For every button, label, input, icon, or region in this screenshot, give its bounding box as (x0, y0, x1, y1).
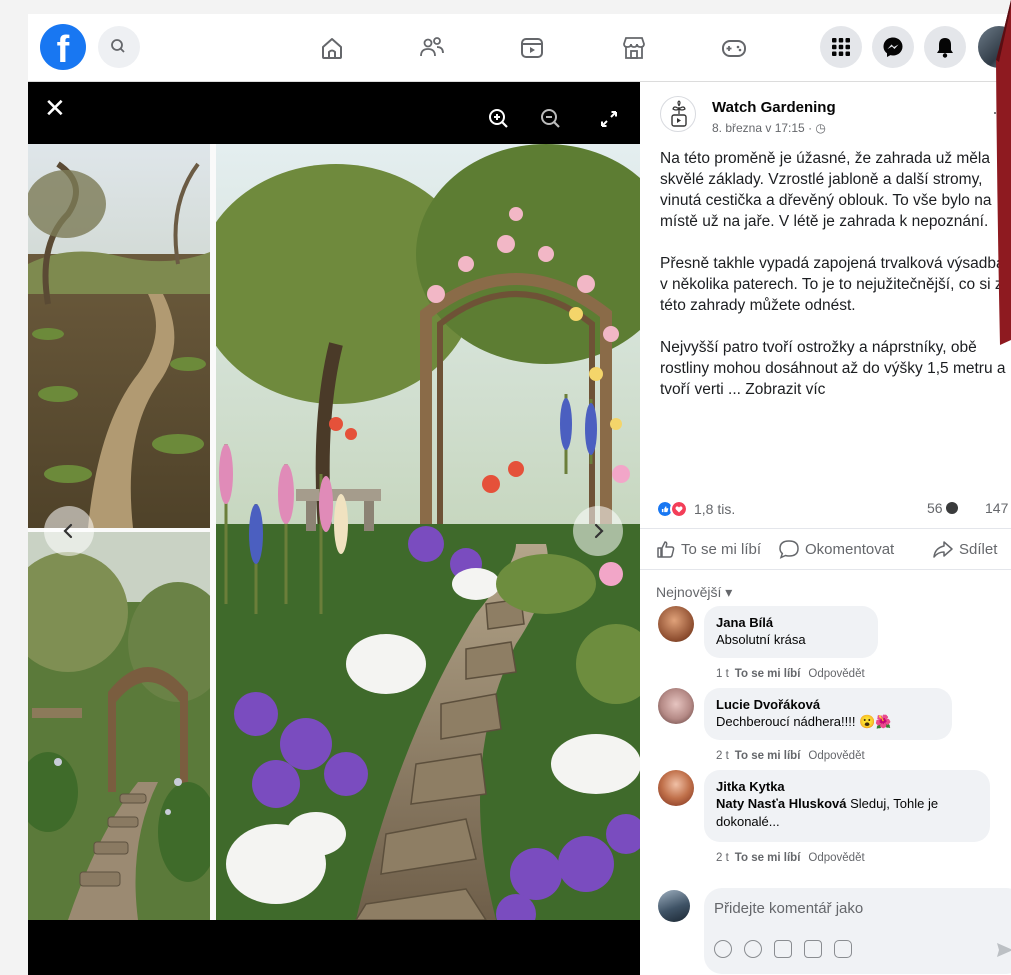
page-avatar[interactable] (660, 96, 696, 132)
gaming-icon[interactable] (720, 34, 748, 62)
messenger-icon (883, 37, 903, 57)
share-button[interactable]: Sdílet (932, 539, 997, 559)
post-author[interactable]: Watch Gardening (712, 99, 836, 116)
garden-collage-photo (28, 144, 640, 920)
comment-icon (779, 540, 799, 559)
thumbs-up-icon (657, 541, 675, 558)
notifications-icon (937, 38, 953, 58)
post-paragraph: Nejvyšší patro tvoří ostrožky a náprstní… (660, 339, 1006, 398)
comment-meta: 1 t To se mi líbí Odpovědět (716, 668, 865, 680)
zoom-in-icon[interactable] (484, 104, 514, 134)
comment-text: Naty Nasťa Hlusková Sleduj, Tohle je dok… (716, 796, 939, 829)
comment-bubble: Lucie Dvořáková Dechberoucí nádhera!!!! … (704, 688, 952, 740)
post-details-panel: Watch Gardening 8. března v 17:15 · ◷ ··… (640, 82, 1011, 975)
comment-reply-link[interactable]: Odpovědět (808, 852, 864, 864)
emoji-reaction-icons: 😮🌺 (859, 714, 892, 729)
comment-bubble: Jitka Kytka Naty Nasťa Hlusková Sleduj, … (704, 770, 990, 842)
comment-time[interactable]: 2 t (716, 750, 729, 762)
comment-reply-link[interactable]: Odpovědět (808, 668, 864, 680)
like-button[interactable]: To se mi líbí (656, 539, 761, 559)
comment-button[interactable]: Okomentovat (778, 539, 894, 559)
messenger-button[interactable] (872, 26, 914, 68)
top-navigation-bar: f (28, 14, 1011, 82)
collage-divider (210, 144, 216, 920)
post-paragraph: Na této proměně je úžasné, že zahrada už… (660, 150, 992, 230)
avatar-sticker-icon[interactable] (714, 940, 732, 958)
comment-text: Absolutní krása (716, 632, 806, 647)
notifications-button[interactable] (924, 26, 966, 68)
comment-input[interactable]: Přidejte komentář jako (704, 888, 1011, 974)
comment-author[interactable]: Jana Bílá (716, 614, 866, 631)
see-more-link[interactable]: Zobrazit víc (745, 381, 825, 398)
post-actions-bar: To se mi líbí Okomentovat Sdílet (640, 528, 1011, 570)
zoom-out-icon[interactable] (536, 104, 566, 134)
comment-text: Dechberoucí nádhera!!!! 😮🌺 (716, 714, 892, 729)
sticker-icon[interactable] (834, 940, 852, 958)
facebook-logo[interactable]: f (40, 24, 86, 70)
comments-count[interactable]: 56 (927, 500, 959, 516)
composer-tools (714, 940, 852, 958)
comment-meta: 2 t To se mi líbí Odpovědět (716, 852, 865, 864)
mentioned-user[interactable]: Naty Nasťa Hlusková (716, 796, 847, 811)
comment-bubble-icon (946, 502, 959, 514)
comment-like-link[interactable]: To se mi líbí (735, 852, 801, 864)
profile-avatar[interactable] (978, 26, 1011, 68)
avatar[interactable] (658, 688, 694, 724)
send-icon[interactable] (996, 942, 1011, 958)
chevron-left-icon (63, 523, 73, 539)
camera-icon[interactable] (774, 940, 792, 958)
comment-author[interactable]: Lucie Dvořáková (716, 696, 940, 713)
plant-video-logo-icon (671, 100, 687, 127)
marketplace-icon[interactable] (620, 34, 648, 62)
more-options-icon[interactable]: ··· (992, 102, 1010, 123)
spring-garden-path-image (28, 144, 210, 528)
reactions-summary[interactable]: 1,8 tis. (656, 498, 735, 520)
photo-viewer: ✕ (28, 82, 640, 975)
menu-grid-icon (832, 38, 850, 56)
emoji-icon[interactable] (744, 940, 762, 958)
next-photo-button[interactable] (573, 506, 623, 556)
comments-sort-dropdown[interactable]: Nejnovější ▾ (656, 584, 732, 601)
post-paragraph: Přesně takhle vypadá zapojená trvalková … (660, 255, 1005, 314)
avatar (658, 890, 690, 922)
comment-meta: 2 t To se mi líbí Odpovědět (716, 750, 865, 762)
summer-arch-path-image (28, 532, 210, 920)
facebook-photo-post-page: f ✕ Watch Gardening 8. března v 17:15 · … (0, 0, 1011, 975)
comment-time[interactable]: 1 t (716, 668, 729, 680)
reactions-count: 1,8 tis. (694, 501, 736, 517)
search-icon (111, 39, 125, 53)
comment-author[interactable]: Jitka Kytka (716, 778, 978, 795)
close-viewer-button[interactable]: ✕ (44, 96, 66, 122)
home-icon[interactable] (318, 34, 346, 62)
share-icon (933, 541, 953, 558)
post-text: Na této proměně je úžasné, že zahrada už… (660, 148, 1010, 421)
search-button[interactable] (98, 26, 140, 68)
love-reaction-icon (670, 500, 688, 518)
chevron-right-icon (594, 523, 604, 539)
comment-bubble: Jana Bílá Absolutní krása (704, 606, 878, 658)
avatar[interactable] (658, 770, 694, 806)
comment-like-link[interactable]: To se mi líbí (735, 668, 801, 680)
fullscreen-icon[interactable] (594, 104, 624, 134)
gif-icon[interactable] (804, 940, 822, 958)
globe-icon: ◷ (815, 121, 826, 135)
shares-count[interactable]: 147 (985, 500, 1008, 516)
previous-photo-button[interactable] (44, 506, 94, 556)
video-icon[interactable] (518, 34, 546, 62)
comment-time[interactable]: 2 t (716, 852, 729, 864)
comment-like-link[interactable]: To se mi líbí (735, 750, 801, 762)
comment-reply-link[interactable]: Odpovědět (808, 750, 864, 762)
menu-button[interactable] (820, 26, 862, 68)
avatar[interactable] (658, 606, 694, 642)
friends-icon[interactable] (418, 34, 446, 62)
comment-placeholder: Přidejte komentář jako (714, 900, 864, 917)
post-date[interactable]: 8. března v 17:15 · ◷ (712, 121, 826, 135)
